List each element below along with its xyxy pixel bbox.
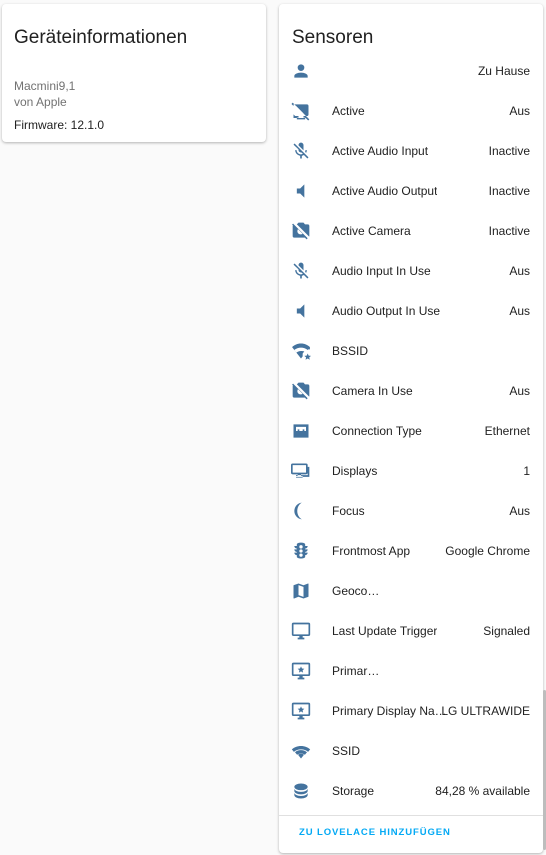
monitor-off-icon <box>291 101 311 121</box>
sensor-name: Storage <box>332 784 375 798</box>
sensor-row[interactable]: Geoco… <box>279 571 543 611</box>
moon-icon <box>291 501 311 521</box>
sensor-name: SSID <box>332 744 361 758</box>
sensor-row[interactable]: Displays 1 <box>279 451 543 491</box>
sensor-value: Zu Hause <box>477 64 530 78</box>
sensor-row[interactable]: Active Audio Output Inactive <box>279 171 543 211</box>
sensor-name: Connection Type <box>332 424 422 438</box>
account-icon <box>291 61 311 81</box>
sensor-row[interactable]: Active Aus <box>279 91 543 131</box>
sensor-name: Active Audio Input <box>332 144 429 158</box>
volume-icon <box>291 301 311 321</box>
volume-icon <box>291 181 311 201</box>
sensor-value: 84,28 % available <box>435 784 530 798</box>
sensor-name: Primar… <box>332 664 380 678</box>
sensor-value: LG ULTRAWIDE <box>441 704 530 718</box>
sensor-name: Displays <box>332 464 378 478</box>
device-manufacturer: von Apple <box>14 95 67 109</box>
device-model: Macmini9,1 <box>14 79 76 93</box>
sensor-value: Inactive <box>488 224 530 238</box>
sensor-name: Camera In Use <box>332 384 413 398</box>
sensor-row[interactable]: Last Update Trigger Signaled <box>279 611 543 651</box>
sensor-value: Inactive <box>488 144 530 158</box>
sensor-name: Active Audio Output <box>332 184 438 198</box>
device-info-title: Geräteinformationen <box>14 27 188 48</box>
sensor-name: BSSID <box>332 344 369 358</box>
sensor-name: Active Camera <box>332 224 411 238</box>
sensor-name: Primary Display Na… <box>332 704 447 718</box>
sensor-row[interactable]: SSID <box>279 731 543 771</box>
camera-off-icon <box>291 381 311 401</box>
camera-off-icon <box>291 221 311 241</box>
sensor-list: Zu Hause Active Aus Active Audio Input Inact… <box>279 51 543 811</box>
monitor-star-icon <box>291 661 311 681</box>
sensor-value: Aus <box>509 304 530 318</box>
sensor-name: Audio Output In Use <box>332 304 441 318</box>
wifi-icon <box>291 741 311 761</box>
traffic-light-icon <box>291 541 311 561</box>
sensor-name: Audio Input In Use <box>332 264 431 278</box>
sensor-row[interactable]: Primar… <box>279 651 543 691</box>
add-to-lovelace-button[interactable]: ZU LOVELACE HINZUFÜGEN <box>291 822 459 844</box>
sensor-row[interactable]: Storage 84,28 % available <box>279 771 543 811</box>
sensor-value: 1 <box>523 464 530 478</box>
monitor-icon <box>291 621 311 641</box>
sensors-card: Sensoren Zu Hause Active Aus Active Audio I… <box>279 4 543 853</box>
sensor-row[interactable]: Connection Type Ethernet <box>279 411 543 451</box>
sensor-value: Signaled <box>483 624 530 638</box>
sensor-row[interactable]: Zu Hause <box>279 51 543 91</box>
sensors-title: Sensoren <box>292 27 374 48</box>
sensor-row[interactable]: Audio Input In Use Aus <box>279 251 543 291</box>
device-info-card: Geräteinformationen Macmini9,1 von Apple… <box>2 4 266 142</box>
sensor-value: Aus <box>509 104 530 118</box>
sensor-value: Aus <box>509 264 530 278</box>
ethernet-icon <box>291 421 311 441</box>
monitor-multiple-icon <box>291 461 311 481</box>
sensor-name: Geoco… <box>332 584 380 598</box>
database-icon <box>291 781 311 801</box>
sensor-row[interactable]: BSSID <box>279 331 543 371</box>
sensor-value: Inactive <box>488 184 530 198</box>
sensor-row[interactable]: Active Camera Inactive <box>279 211 543 251</box>
map-icon <box>291 581 311 601</box>
microphone-off-icon <box>291 261 311 281</box>
sensor-name: Focus <box>332 504 365 518</box>
sensor-value: Ethernet <box>484 424 530 438</box>
sensor-name: Frontmost App <box>332 544 411 558</box>
sensor-row[interactable]: Frontmost App Google Chrome <box>279 531 543 571</box>
sensor-row[interactable]: Audio Output In Use Aus <box>279 291 543 331</box>
sensor-row[interactable]: Camera In Use Aus <box>279 371 543 411</box>
sensor-name: Last Update Trigger <box>332 624 438 638</box>
device-firmware: Firmware: 12.1.0 <box>14 118 105 132</box>
sensor-value: Google Chrome <box>445 544 530 558</box>
sensor-value: Aus <box>509 384 530 398</box>
sensor-name: Active <box>332 104 365 118</box>
sensor-row[interactable]: Primary Display Na… LG ULTRAWIDE <box>279 691 543 731</box>
monitor-star-icon <box>291 701 311 721</box>
microphone-off-icon <box>291 141 311 161</box>
card-actions-divider <box>279 815 543 816</box>
sensor-value: Aus <box>509 504 530 518</box>
sensor-row[interactable]: Focus Aus <box>279 491 543 531</box>
sensor-row[interactable]: Active Audio Input Inactive <box>279 131 543 171</box>
wifi-star-icon <box>291 341 311 361</box>
